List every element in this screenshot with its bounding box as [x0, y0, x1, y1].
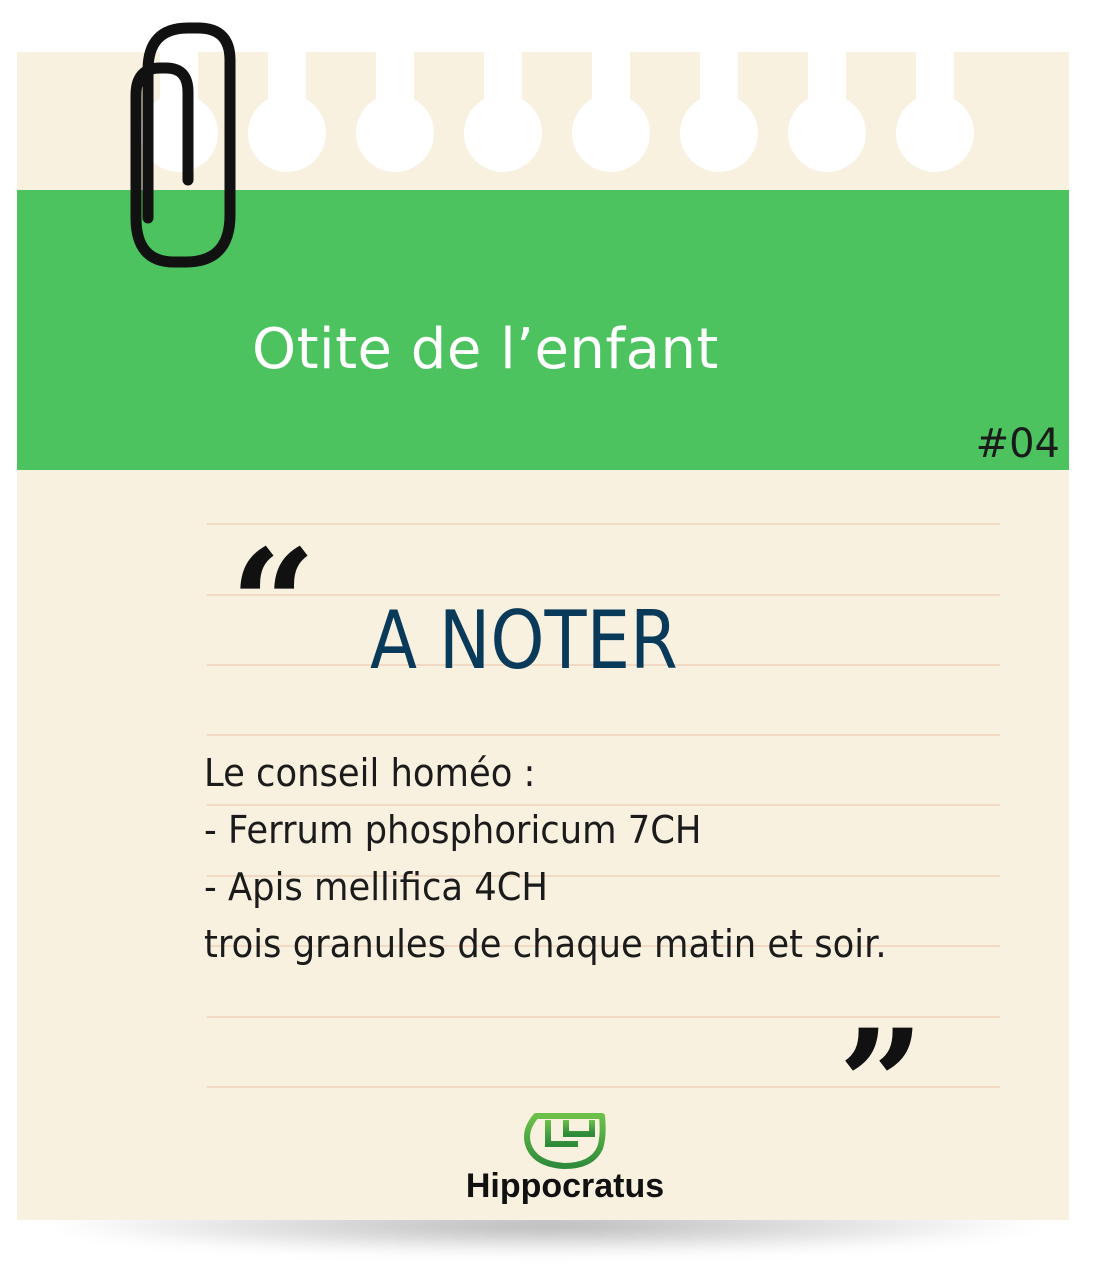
perforation-hole — [572, 94, 650, 172]
ruled-line — [207, 734, 1000, 736]
paperclip-icon — [130, 22, 236, 268]
leaf-logo-icon — [524, 1113, 606, 1169]
closing-quote-mark: ” — [838, 997, 925, 1173]
perforation-hole — [464, 94, 542, 172]
opening-quote-mark: “ — [230, 517, 317, 693]
body-line: Le conseil homéo : — [204, 751, 536, 795]
perforation-hole — [248, 94, 326, 172]
body-line: - Ferrum phosphoricum 7CH — [204, 808, 702, 852]
perforation-hole — [680, 94, 758, 172]
perforation-hole — [896, 94, 974, 172]
note-body: Le conseil homéo : - Ferrum phosphoricum… — [204, 745, 1024, 973]
perforation-hole — [788, 94, 866, 172]
brand-name: Hippocratus — [465, 1167, 665, 1205]
note-heading: A NOTER — [370, 594, 678, 687]
ruled-line — [207, 523, 1000, 525]
perforation-hole — [356, 94, 434, 172]
body-line: - Apis mellifica 4CH — [204, 865, 548, 909]
note-number: #04 — [975, 421, 1060, 467]
body-line: trois granules de chaque matin et soir. — [204, 922, 887, 966]
note-title: Otite de l’enfant — [252, 317, 719, 382]
